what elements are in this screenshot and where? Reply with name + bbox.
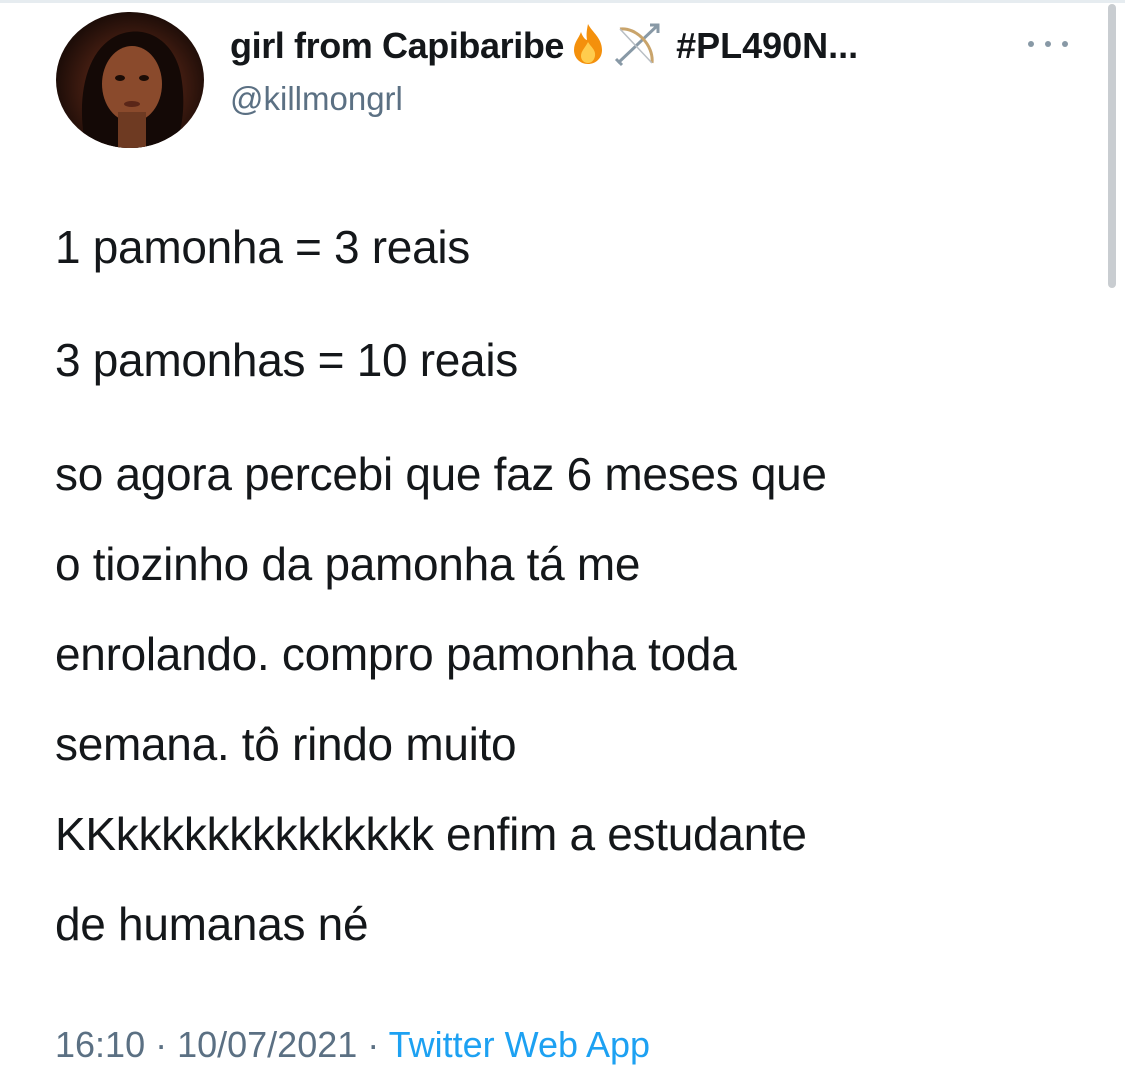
display-name-row[interactable]: girl from Capibaribe #PL490N...	[230, 20, 858, 72]
tweet-line: so agora percebi que faz 6 meses que	[55, 448, 827, 500]
avatar[interactable]	[56, 12, 204, 148]
tweet-text: 1 pamonha = 3 reais 3 pamonhas = 10 reai…	[55, 218, 1095, 969]
tweet-line: o tiozinho da pamonha tá me	[55, 538, 641, 590]
display-name[interactable]: girl from Capibaribe	[230, 25, 564, 67]
fire-emoji-icon	[568, 22, 608, 71]
tweet-line: de humanas né	[55, 898, 369, 950]
top-divider	[0, 0, 1125, 3]
tweet-meta: 16:10 · 10/07/2021 · Twitter Web App	[55, 1024, 650, 1066]
meta-separator: ·	[357, 1024, 389, 1065]
display-name-hashtag: #PL490N...	[676, 25, 859, 66]
tweet-line: 1 pamonha = 3 reais	[55, 221, 470, 273]
tweet-line: enrolando. compro pamonha toda	[55, 628, 737, 680]
tweet-paragraph: so agora percebi que faz 6 meses que o t…	[55, 429, 1095, 969]
tweet-date[interactable]: 10/07/2021	[177, 1024, 357, 1065]
scrollbar[interactable]	[1108, 4, 1116, 288]
tweet-time[interactable]: 16:10	[55, 1024, 145, 1065]
dot	[1028, 41, 1034, 47]
meta-separator: ·	[145, 1024, 178, 1065]
tweet-line: 3 pamonhas = 10 reais	[55, 334, 518, 386]
author-handle[interactable]: @killmongrl	[230, 80, 403, 118]
dot	[1062, 41, 1068, 47]
tweet-line: KKkkkkkkkkkkkkkk enfim a estudante	[55, 808, 807, 860]
tweet-line: semana. tô rindo muito	[55, 718, 517, 770]
dot	[1045, 41, 1051, 47]
more-options-icon[interactable]	[1028, 34, 1068, 54]
tweet-source-link[interactable]: Twitter Web App	[389, 1024, 650, 1065]
bow-and-arrow-emoji-icon	[612, 19, 664, 74]
profile-photo	[81, 31, 184, 148]
